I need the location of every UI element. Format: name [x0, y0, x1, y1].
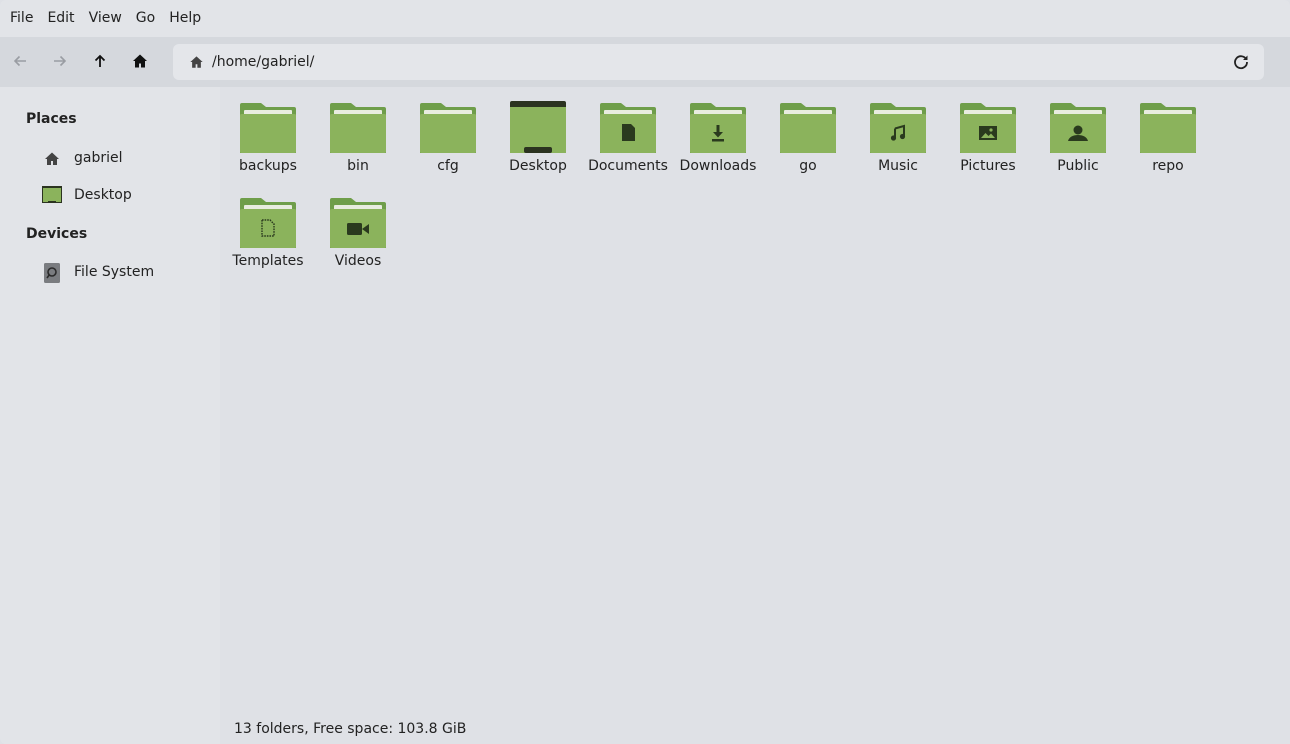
folder-label: Public: [1057, 158, 1099, 174]
folder-icon: [1140, 103, 1196, 153]
folder-icon: [780, 103, 836, 153]
sidebar-item-gabriel[interactable]: gabriel: [0, 141, 220, 175]
sidebar-item-label: File System: [74, 264, 155, 280]
drive-icon: [44, 263, 60, 283]
folder-pictures[interactable]: Pictures: [943, 87, 1033, 177]
forward-button[interactable]: [41, 42, 79, 80]
folder-cfg[interactable]: cfg: [403, 87, 493, 177]
home-button[interactable]: [121, 42, 159, 80]
sidebar: Places gabriel Desktop Devices File Syst…: [0, 87, 220, 744]
status-bar: 13 folders, Free space: 103.8 GiB: [234, 721, 467, 737]
folder-public[interactable]: Public: [1033, 87, 1123, 177]
folder-label: Videos: [334, 253, 382, 269]
folder-label: Music: [878, 158, 918, 174]
folder-icon: [1050, 103, 1106, 153]
folder-label: cfg: [437, 158, 459, 174]
menu-go[interactable]: Go: [129, 0, 162, 37]
menu-help[interactable]: Help: [162, 0, 208, 37]
folder-icon: [420, 103, 476, 153]
file-manager-window: File Edit View Go Help /home/gabriel/ Pl…: [0, 0, 1290, 744]
folder-icon: [960, 103, 1016, 153]
home-icon: [133, 54, 147, 68]
folder-documents[interactable]: Documents: [583, 87, 673, 177]
home-icon: [45, 152, 59, 165]
reload-icon[interactable]: [1232, 53, 1250, 71]
folder-music[interactable]: Music: [853, 87, 943, 177]
folder-icon: [690, 103, 746, 153]
folder-label: bin: [347, 158, 369, 174]
arrow-up-icon: [94, 54, 106, 67]
menubar: File Edit View Go Help: [0, 0, 1290, 37]
sidebar-item-label: Desktop: [74, 187, 132, 203]
folder-label: Pictures: [960, 158, 1016, 174]
folder-icon: [330, 198, 386, 248]
folder-videos[interactable]: Videos: [313, 182, 403, 272]
arrow-left-icon: [13, 55, 26, 67]
folder-desktop[interactable]: Desktop: [493, 87, 583, 177]
folder-icon: [240, 103, 296, 153]
devices-header: Devices: [26, 226, 88, 242]
toolbar: /home/gabriel/: [0, 37, 1290, 87]
menu-file[interactable]: File: [3, 0, 40, 37]
folder-label: backups: [239, 158, 297, 174]
folder-downloads[interactable]: Downloads: [673, 87, 763, 177]
menu-view[interactable]: View: [82, 0, 129, 37]
folder-label: Documents: [588, 158, 668, 174]
sidebar-item-file-system[interactable]: File System: [0, 255, 220, 289]
home-icon: [190, 56, 203, 68]
folder-bin[interactable]: bin: [313, 87, 403, 177]
folder-label: Desktop: [509, 158, 567, 174]
location-path[interactable]: /home/gabriel/: [212, 44, 314, 80]
folder-icon: [600, 103, 656, 153]
folder-icon: [870, 103, 926, 153]
arrow-right-icon: [54, 55, 67, 67]
folder-label: Templates: [232, 253, 304, 269]
desktop-icon: [42, 186, 62, 203]
folder-repo[interactable]: repo: [1123, 87, 1213, 177]
folder-label: repo: [1152, 158, 1184, 174]
up-button[interactable]: [81, 42, 119, 80]
places-header: Places: [26, 111, 77, 127]
folder-go[interactable]: go: [763, 87, 853, 177]
folder-icon: [330, 103, 386, 153]
sidebar-item-desktop[interactable]: Desktop: [0, 178, 220, 212]
folder-templates[interactable]: Templates: [223, 182, 313, 272]
folder-label: go: [799, 158, 817, 174]
folder-label: Downloads: [679, 158, 757, 174]
folder-view[interactable]: backups bin cfg Desktop Documents Downloads go…: [220, 87, 1290, 744]
location-bar[interactable]: /home/gabriel/: [173, 44, 1264, 80]
menu-edit[interactable]: Edit: [40, 0, 81, 37]
folder-icon: [240, 198, 296, 248]
desktop-folder-icon: [510, 101, 566, 153]
folder-backups[interactable]: backups: [223, 87, 313, 177]
back-button[interactable]: [1, 42, 39, 80]
sidebar-item-label: gabriel: [74, 150, 123, 166]
